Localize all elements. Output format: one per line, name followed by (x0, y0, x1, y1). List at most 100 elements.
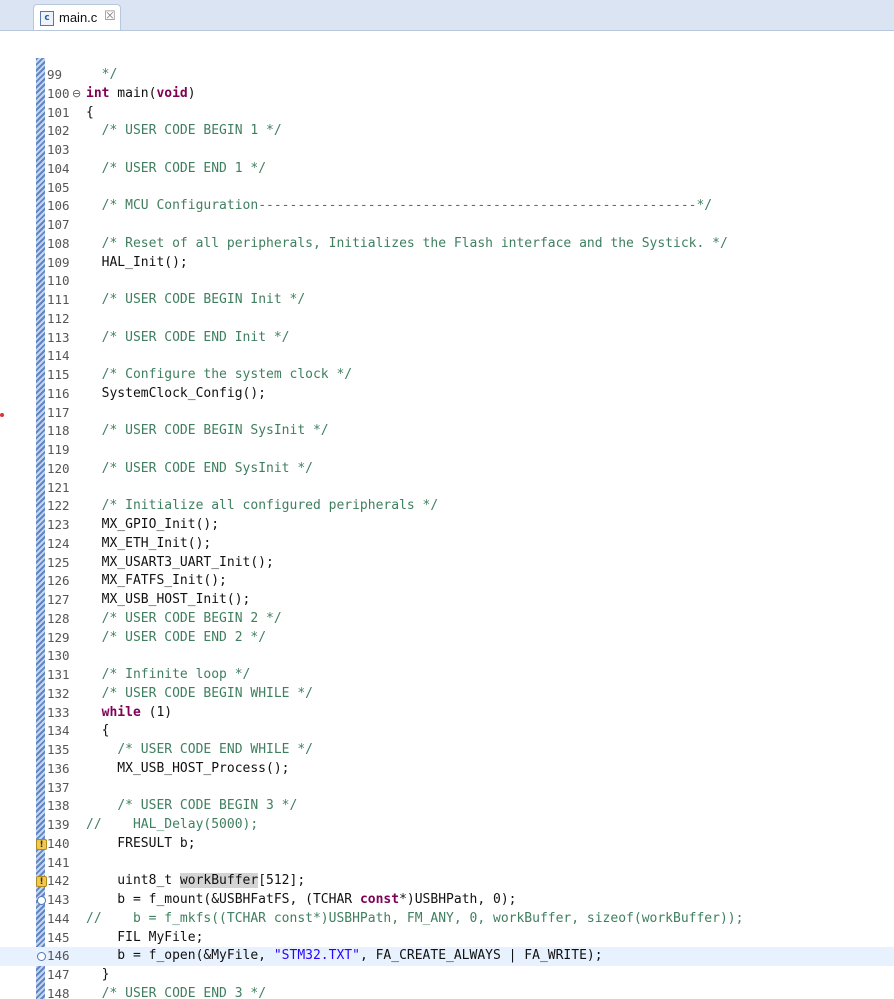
code-line[interactable]: 124 MX_ETH_Init(); (0, 535, 894, 554)
code-line[interactable]: 121 (0, 479, 894, 498)
line-number: 127 (47, 592, 70, 607)
code-line[interactable]: 116 SystemClock_Config(); (0, 385, 894, 404)
line-number: 145 (47, 929, 70, 945)
code-line[interactable]: 115 /* Configure the system clock */ (0, 366, 894, 385)
code-line[interactable]: 111 /* USER CODE BEGIN Init */ (0, 291, 894, 310)
code-text: /* Reset of all peripherals, Initializes… (86, 235, 728, 254)
code-line[interactable]: 101 { (0, 104, 894, 123)
code-line[interactable]: 113 /* USER CODE END Init */ (0, 329, 894, 348)
code-line[interactable]: 126 MX_FATFS_Init(); (0, 572, 894, 591)
code-line[interactable]: 137 (0, 779, 894, 798)
code-line[interactable]: 146 b = f_open(&MyFile, "STM32.TXT", FA_… (0, 947, 894, 966)
code-token: MX_ETH_Init(); (86, 535, 212, 551)
fold-collapse-icon[interactable]: ⊖ (72, 85, 81, 104)
code-line[interactable]: 110 (0, 272, 894, 291)
line-number: 130 (47, 648, 70, 664)
line-number: 105 (47, 179, 70, 195)
code-text: b = f_mount(&USBHFatFS, (TCHAR const*)US… (86, 891, 516, 910)
code-line[interactable]: 132 /* USER CODE BEGIN WHILE */ (0, 685, 894, 704)
code-line[interactable]: 127 MX_USB_HOST_Init(); (0, 591, 894, 610)
code-line[interactable]: 143 b = f_mount(&USBHFatFS, (TCHAR const… (0, 891, 894, 910)
code-line[interactable]: 134 { (0, 722, 894, 741)
line-number: 110 (47, 273, 70, 289)
code-text: SystemClock_Config(); (86, 385, 266, 404)
code-text: MX_USB_HOST_Process(); (86, 760, 289, 779)
code-line[interactable]: 122 /* Initialize all configured periphe… (0, 497, 894, 516)
code-line[interactable]: 130 (0, 647, 894, 666)
code-line[interactable]: 142! uint8_t workBuffer[512]; (0, 872, 894, 891)
warning-icon[interactable]: ! (36, 876, 47, 888)
code-line[interactable]: 112 (0, 310, 894, 329)
code-line[interactable]: 117 (0, 404, 894, 423)
code-line[interactable]: 139 // HAL_Delay(5000); (0, 816, 894, 835)
info-marker-icon[interactable] (37, 896, 46, 905)
code-text: { (86, 104, 94, 123)
code-line[interactable]: 108 /* Reset of all peripherals, Initial… (0, 235, 894, 254)
code-line[interactable]: 105 (0, 179, 894, 198)
code-token: /* USER CODE END Init */ (101, 329, 290, 345)
code-line[interactable]: 144 // b = f_mkfs((TCHAR const*)USBHPath,… (0, 910, 894, 929)
info-marker-icon[interactable] (37, 952, 46, 962)
code-token: , FA_CREATE_ALWAYS | FA_WRITE); (359, 948, 603, 964)
code-line[interactable]: 131 /* Infinite loop */ (0, 666, 894, 685)
code-line[interactable]: 109 HAL_Init(); (0, 254, 894, 273)
code-text: /* USER CODE END 3 */ (86, 985, 266, 999)
code-line[interactable]: 99 */ (0, 66, 894, 85)
code-line[interactable]: 114 (0, 347, 894, 366)
code-token: /* Reset of all peripherals, Initializes… (101, 235, 728, 251)
warning-icon[interactable]: ! (36, 838, 47, 850)
code-line[interactable]: 125 MX_USART3_UART_Init(); (0, 554, 894, 573)
code-token: /* USER CODE END WHILE */ (117, 742, 313, 757)
code-token: (1) (140, 704, 173, 720)
code-text: /* USER CODE BEGIN Init */ (86, 291, 306, 310)
code-text: /* USER CODE END 1 */ (86, 160, 266, 179)
code-line[interactable]: 120 /* USER CODE END SysInit */ (0, 460, 894, 479)
code-line[interactable]: 129 /* USER CODE END 2 */ (0, 629, 894, 648)
code-line[interactable]: 118 /* USER CODE BEGIN SysInit */ (0, 422, 894, 441)
code-line[interactable]: 147 } (0, 966, 894, 985)
line-number: 125 (47, 554, 70, 570)
line-number: 120 (47, 460, 70, 476)
line-number: 122 (47, 498, 70, 514)
code-line[interactable]: 106 /* MCU Configuration----------------… (0, 197, 894, 216)
code-line[interactable]: 145 FIL MyFile; (0, 929, 894, 948)
code-line[interactable]: 103 (0, 141, 894, 160)
code-editor[interactable]: 99 */100 ⊖ int main(void) 101{102 /* USER C… (0, 30, 894, 999)
code-line[interactable]: 141 (0, 854, 894, 873)
code-line[interactable]: 140! FRESULT b; (0, 835, 894, 854)
line-number: 138 (47, 798, 70, 814)
code-line[interactable]: 148 /* USER CODE END 3 */ (0, 985, 894, 999)
line-number: 126 (47, 573, 70, 589)
code-line[interactable]: 100 ⊖ int main(void) (0, 85, 894, 104)
code-text: /* USER CODE BEGIN 3 */ (86, 797, 297, 816)
code-text: // b = f_mkfs((TCHAR const*)USBHPath, FM… (86, 910, 743, 929)
line-number: 135 (47, 742, 70, 757)
code-line[interactable]: 133 while (1) (0, 704, 894, 723)
code-token: SystemClock_Config(); (86, 385, 267, 401)
code-text: /* Initialize all configured peripherals… (86, 497, 439, 516)
code-text: /* MCU Configuration--------------------… (86, 197, 712, 216)
code-line[interactable]: 128 /* USER CODE BEGIN 2 */ (0, 610, 894, 629)
tab-main-c[interactable]: c main.c ☒ (33, 4, 121, 30)
code-line[interactable]: 104 /* USER CODE END 1 */ (0, 160, 894, 179)
line-number: 112 (47, 310, 70, 326)
code-line[interactable]: 119 (0, 441, 894, 460)
code-line[interactable]: 107 (0, 216, 894, 235)
line-number: 129 (47, 629, 70, 645)
close-icon[interactable]: ☒ (104, 9, 116, 25)
code-token: FRESULT b; (86, 835, 196, 851)
code-line[interactable]: 123 MX_GPIO_Init(); (0, 516, 894, 535)
code-line[interactable]: 102 /* USER CODE BEGIN 1 */ (0, 122, 894, 141)
code-line[interactable]: 135 /* USER CODE END WHILE */ (0, 741, 894, 760)
code-line[interactable]: 136 MX_USB_HOST_Process(); (0, 760, 894, 779)
line-number: 148 (47, 985, 70, 999)
code-token: MX_USART3_UART_Init(); (86, 554, 274, 570)
code-token: int (86, 85, 110, 101)
code-line[interactable]: 138 /* USER CODE BEGIN 3 */ (0, 797, 894, 816)
line-number: 123 (47, 517, 70, 532)
